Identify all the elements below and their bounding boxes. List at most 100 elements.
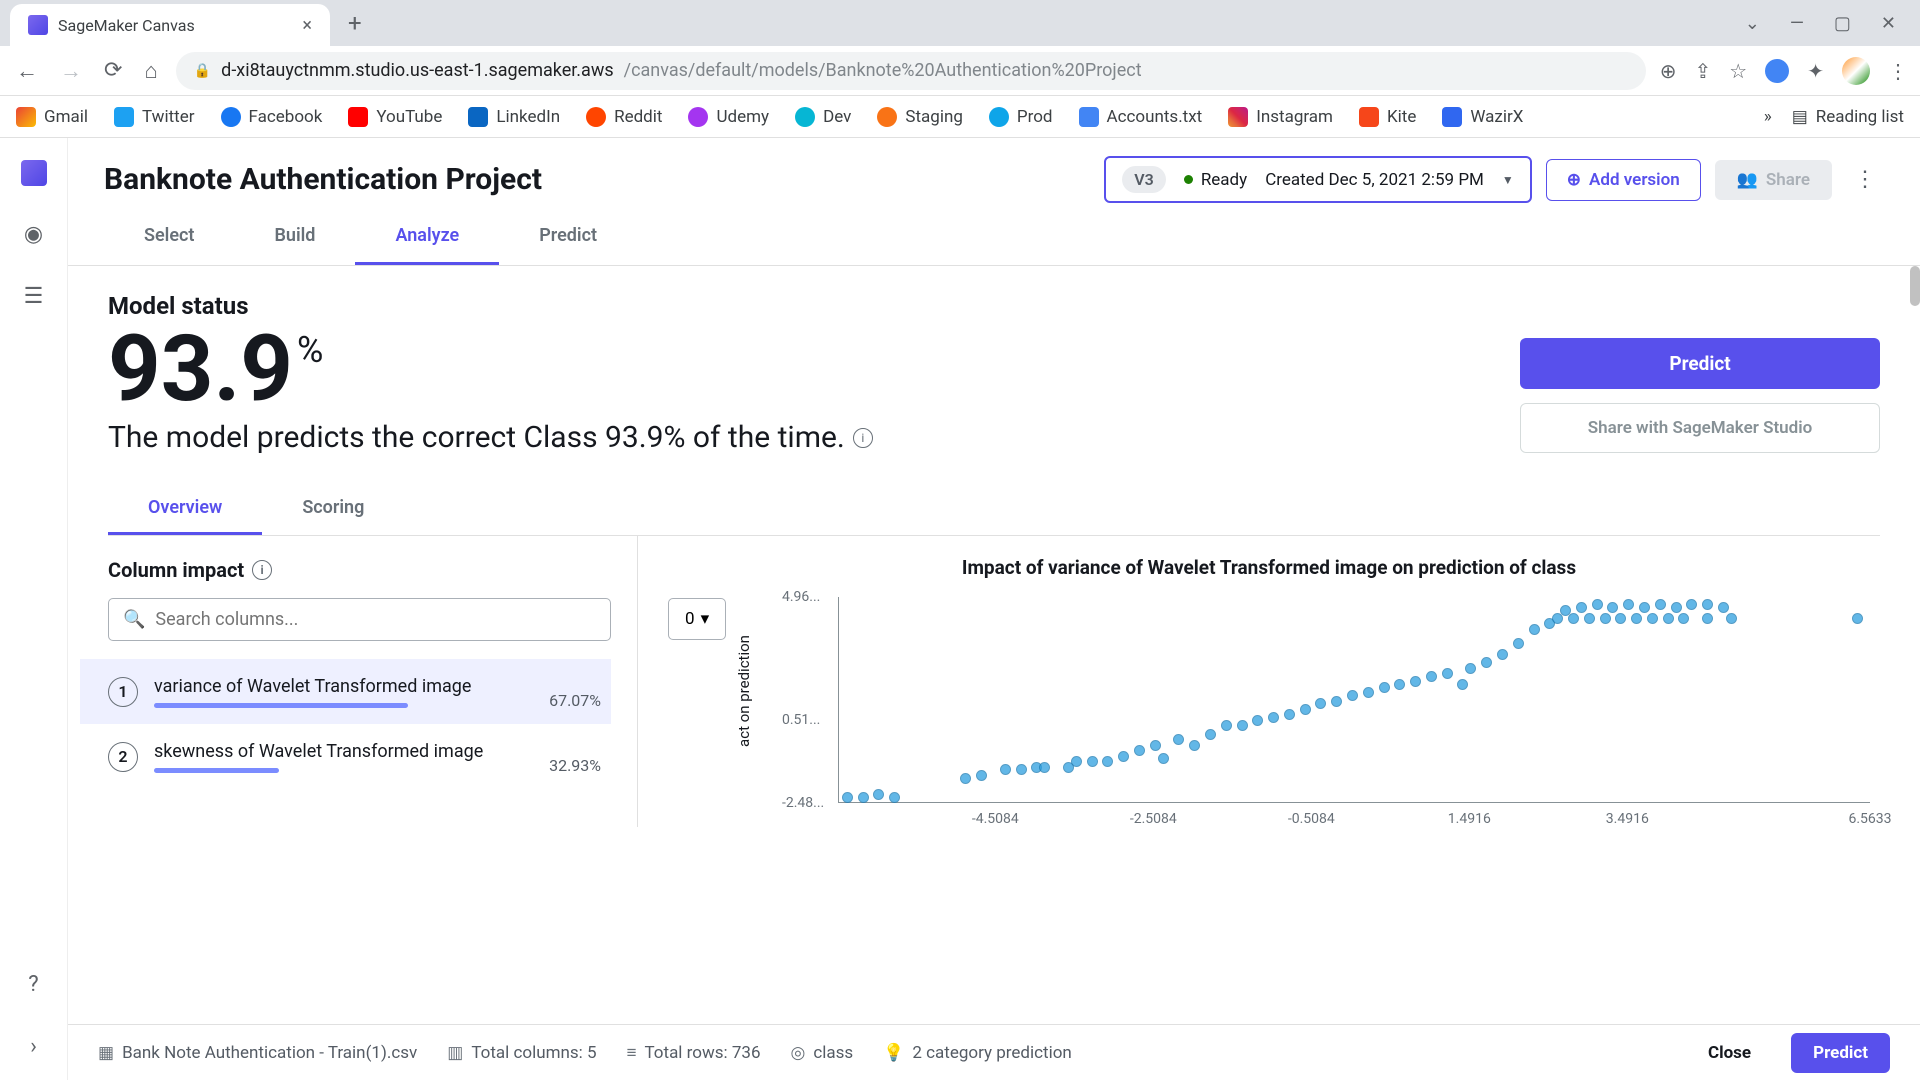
reading-list-button[interactable]: ▤Reading list [1792, 107, 1904, 127]
info-icon[interactable]: i [853, 428, 873, 448]
column-impact-row[interactable]: 2 skewness of Wavelet Transformed image … [108, 724, 611, 789]
share-button[interactable]: 👥Share [1715, 160, 1832, 200]
bookmark-accounts[interactable]: Accounts.txt [1079, 107, 1203, 127]
bookmark-twitter[interactable]: Twitter [114, 107, 194, 127]
expand-sidebar-icon[interactable]: › [20, 1032, 48, 1060]
bookmark-udemy[interactable]: Udemy [688, 107, 769, 127]
tab-build[interactable]: Build [234, 209, 355, 265]
add-version-button[interactable]: ⊕Add version [1546, 159, 1701, 201]
star-icon[interactable]: ☆ [1729, 59, 1747, 83]
dev-icon [795, 107, 815, 127]
impact-percent: 67.07% [549, 691, 601, 710]
plot-area [838, 597, 1870, 803]
address-icons: ⊕ ⇪ ☆ ✦ ⋮ [1660, 57, 1908, 85]
home-button[interactable]: ⌂ [140, 54, 161, 88]
version-selector[interactable]: V3 Ready Created Dec 5, 2021 2:59 PM ▼ [1104, 156, 1532, 203]
browser-tab[interactable]: SageMaker Canvas × [10, 4, 330, 46]
main-content: Banknote Authentication Project V3 Ready… [68, 138, 1920, 1080]
bookmarks-overflow-icon[interactable]: » [1764, 107, 1772, 127]
predict-button[interactable]: Predict [1520, 338, 1880, 389]
info-icon[interactable]: i [252, 560, 272, 580]
bookmark-prod[interactable]: Prod [989, 107, 1053, 127]
back-button[interactable]: ← [12, 54, 42, 88]
bookmark-facebook[interactable]: Facebook [221, 107, 323, 127]
bookmark-gmail[interactable]: Gmail [16, 107, 88, 127]
address-bar: ← → ⟳ ⌂ 🔒 d-xi8tauyctnmm.studio.us-east-… [0, 46, 1920, 96]
forward-button[interactable]: → [56, 54, 86, 88]
doc-icon [1079, 107, 1099, 127]
impact-percent: 32.93% [549, 756, 601, 775]
wazirx-icon [1442, 107, 1462, 127]
list-icon: ▤ [1792, 107, 1808, 127]
help-icon[interactable]: ? [20, 970, 48, 998]
bookmarks-bar: Gmail Twitter Facebook YouTube LinkedIn … [0, 96, 1920, 138]
browser-chrome: SageMaker Canvas × + ⌄ — ▢ ✕ ← → ⟳ ⌂ 🔒 d… [0, 0, 1920, 138]
bookmark-reddit[interactable]: Reddit [586, 107, 662, 127]
total-columns: ▥Total columns: 5 [447, 1043, 596, 1063]
subtab-scoring[interactable]: Scoring [262, 483, 404, 535]
list-icon[interactable]: ☰ [20, 282, 48, 310]
column-impact-title: Column impacti [108, 558, 611, 582]
columns-icon: ▥ [447, 1043, 463, 1063]
extensions-icon[interactable]: ✦ [1807, 59, 1824, 83]
share-url-icon[interactable]: ⇪ [1695, 59, 1712, 83]
minimize-icon[interactable]: — [1790, 13, 1804, 34]
version-status: Ready [1184, 170, 1247, 190]
close-icon[interactable]: × [302, 15, 312, 36]
reload-button[interactable]: ⟳ [100, 54, 126, 87]
tab-favicon-icon [28, 15, 48, 35]
column-name: skewness of Wavelet Transformed image [154, 741, 533, 762]
column-impact-panel: Column impacti 🔍 1 variance of Wavelet T… [108, 536, 638, 827]
caret-down-icon: ▾ [701, 609, 710, 629]
prod-icon [989, 107, 1009, 127]
reddit-icon [586, 107, 606, 127]
bookmark-youtube[interactable]: YouTube [348, 107, 442, 127]
page-title: Banknote Authentication Project [104, 162, 1090, 197]
url-input[interactable]: 🔒 d-xi8tauyctnmm.studio.us-east-1.sagema… [176, 52, 1646, 90]
maximize-icon[interactable]: ▢ [1834, 13, 1851, 34]
app-logo-icon[interactable] [21, 160, 47, 186]
tab-predict[interactable]: Predict [499, 209, 637, 265]
tab-select[interactable]: Select [104, 209, 234, 265]
bookmark-linkedin[interactable]: LinkedIn [468, 107, 560, 127]
zoom-icon[interactable]: ⊕ [1660, 59, 1677, 83]
bookmark-wazirx[interactable]: WazirX [1442, 107, 1523, 127]
tab-analyze[interactable]: Analyze [355, 209, 499, 265]
impact-area: Column impacti 🔍 1 variance of Wavelet T… [108, 536, 1880, 827]
bookmark-dev[interactable]: Dev [795, 107, 851, 127]
model-status-label: Model status [108, 292, 1520, 320]
new-tab-button[interactable]: + [348, 9, 362, 37]
bulb-icon: 💡 [883, 1043, 904, 1063]
analysis-subtabs: Overview Scoring [108, 483, 1880, 536]
youtube-icon [348, 107, 368, 127]
search-columns-input[interactable]: 🔍 [108, 598, 611, 641]
footer-predict-button[interactable]: Predict [1791, 1033, 1890, 1073]
close-window-icon[interactable]: ✕ [1881, 13, 1896, 34]
staging-icon [877, 107, 897, 127]
extension-icon[interactable] [1765, 59, 1789, 83]
chart-panel: Impact of variance of Wavelet Transforme… [638, 536, 1880, 827]
accuracy-description: The model predicts the correct Class 93.… [108, 420, 1520, 455]
close-button[interactable]: Close [1698, 1043, 1761, 1063]
subtab-overview[interactable]: Overview [108, 483, 262, 535]
class-selector[interactable]: 0▾ [668, 598, 726, 640]
search-field[interactable] [155, 609, 596, 630]
people-icon: 👥 [1737, 170, 1758, 190]
y-axis-title: act on prediction [735, 635, 753, 747]
browser-menu-icon[interactable]: ⋮ [1888, 59, 1908, 83]
total-rows: ≡Total rows: 736 [627, 1043, 761, 1063]
more-menu-icon[interactable]: ⋮ [1846, 167, 1884, 192]
share-studio-button[interactable]: Share with SageMaker Studio [1520, 403, 1880, 453]
chevron-down-icon[interactable]: ⌄ [1745, 13, 1760, 34]
twitter-icon [114, 107, 134, 127]
column-impact-row[interactable]: 1 variance of Wavelet Transformed image … [80, 659, 611, 724]
profile-avatar-icon[interactable] [1842, 57, 1870, 85]
scrollbar-thumb[interactable] [1910, 266, 1920, 306]
main-tabs: Select Build Analyze Predict [68, 209, 1920, 266]
table-icon: ▦ [98, 1043, 114, 1063]
lock-icon: 🔒 [194, 63, 211, 79]
models-icon[interactable]: ◉ [20, 220, 48, 248]
bookmark-staging[interactable]: Staging [877, 107, 963, 127]
bookmark-instagram[interactable]: Instagram [1228, 107, 1333, 127]
bookmark-kite[interactable]: Kite [1359, 107, 1416, 127]
